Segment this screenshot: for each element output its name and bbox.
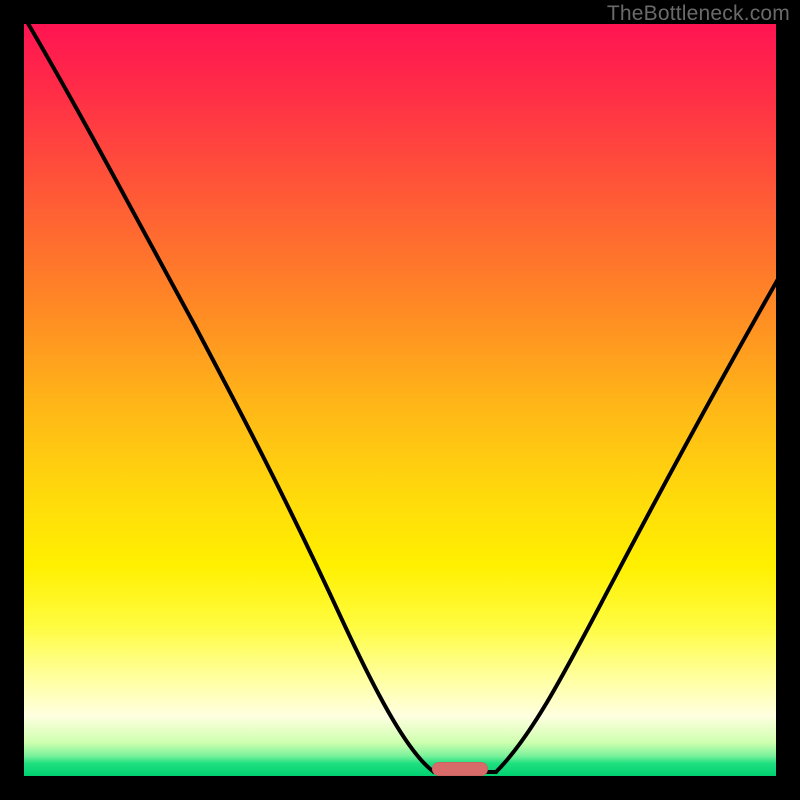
curve-right-branch <box>496 279 776 772</box>
bottleneck-curve <box>24 24 776 776</box>
optimal-marker <box>432 762 488 776</box>
watermark-text: TheBottleneck.com <box>607 2 790 26</box>
curve-left-branch <box>26 24 434 772</box>
chart-frame: TheBottleneck.com <box>0 0 800 800</box>
plot-area <box>24 24 776 776</box>
